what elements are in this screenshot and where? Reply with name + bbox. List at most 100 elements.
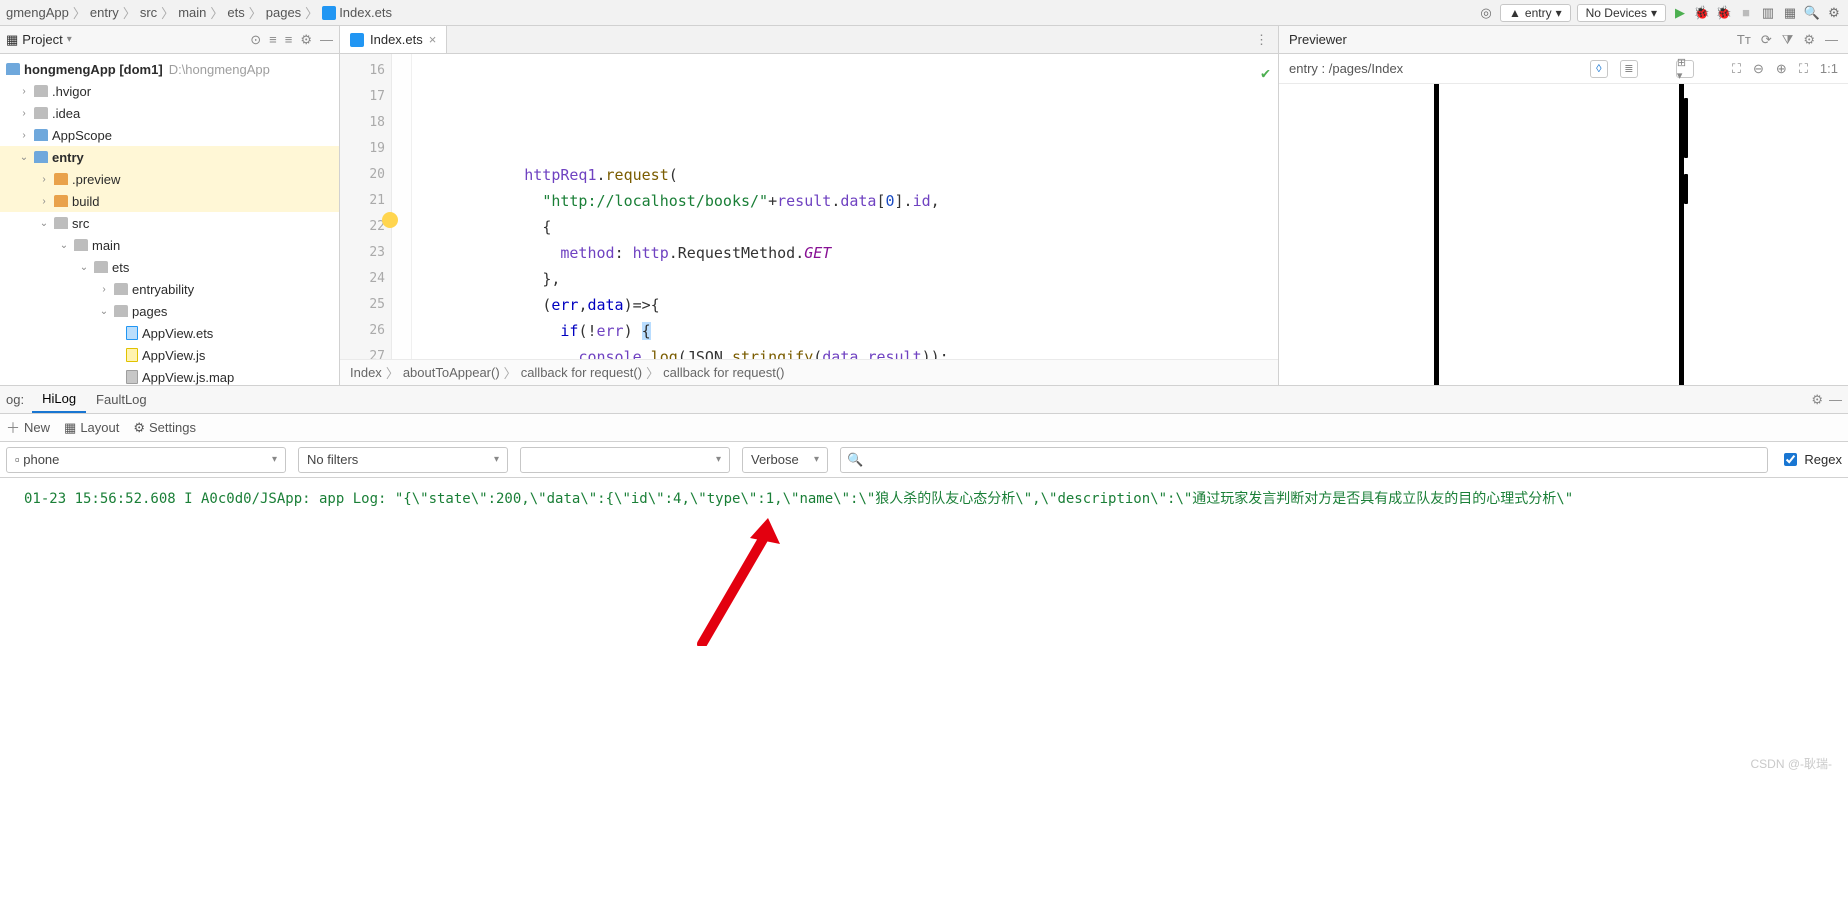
module-selector[interactable]: ▲ entry ▾ <box>1500 4 1571 22</box>
tag-dropdown[interactable]: ▾ <box>520 447 730 473</box>
tree-file-appview-ets[interactable]: AppView.ets <box>0 322 339 344</box>
tree-src[interactable]: ⌄src <box>0 212 339 234</box>
tree-preview[interactable]: ›.preview <box>0 168 339 190</box>
minimize-icon[interactable]: — <box>320 32 333 48</box>
tree-hvigor[interactable]: ›.hvigor <box>0 80 339 102</box>
tab-index-ets[interactable]: Index.ets × <box>340 26 447 53</box>
regex-checkbox[interactable]: Regex <box>1780 450 1842 469</box>
tree-entry[interactable]: ⌄entry <box>0 146 339 168</box>
locate-icon[interactable]: ⊙ <box>250 32 261 48</box>
gear-icon[interactable]: ⚙ <box>1803 32 1815 48</box>
watermark: CSDN @-耿瑞- <box>1750 755 1832 772</box>
minimize-icon[interactable]: — <box>1825 32 1838 48</box>
close-icon[interactable]: × <box>429 32 437 47</box>
top-bar: gmengApp〉 entry〉 src〉 main〉 ets〉 pages〉 … <box>0 0 1848 26</box>
editor-crumb-item[interactable]: aboutToAppear() <box>403 365 500 380</box>
collapse-icon[interactable]: ≡ <box>285 32 293 48</box>
tab-faultlog[interactable]: FaultLog <box>86 386 157 413</box>
gear-icon[interactable]: ⚙ <box>1826 5 1842 21</box>
log-search-input[interactable] <box>863 451 1761 468</box>
fit-icon[interactable]: ⛶ <box>1732 61 1741 77</box>
gear-icon[interactable]: ⚙ <box>1811 392 1823 408</box>
code-area[interactable]: 161718192021222324252627 ✔ httpReq1.requ… <box>340 54 1278 359</box>
crumb-main[interactable]: main <box>178 5 206 20</box>
editor-crumb-item[interactable]: callback for request() <box>663 365 784 380</box>
fold-column[interactable] <box>392 54 412 359</box>
expand-icon[interactable]: ⛶ <box>1799 61 1808 77</box>
folder-icon <box>74 239 88 251</box>
tree-ets[interactable]: ⌄ets <box>0 256 339 278</box>
regex-checkbox-input[interactable] <box>1784 453 1797 466</box>
tool-icon-1[interactable]: ▥ <box>1760 5 1776 21</box>
folder-icon <box>54 217 68 229</box>
editor-breadcrumb: Index〉 aboutToAppear()〉 callback for req… <box>340 359 1278 385</box>
project-icon: ▦ <box>6 32 18 48</box>
search-icon: 🔍 <box>847 452 863 468</box>
stop-icon[interactable]: ■ <box>1738 5 1754 21</box>
tree-main[interactable]: ⌄main <box>0 234 339 256</box>
project-tree[interactable]: hongmengApp [dom1]D:\hongmengApp ›.hvigo… <box>0 54 339 385</box>
zoom-in-icon[interactable]: ⊕ <box>1776 61 1787 77</box>
filter-dropdown[interactable]: No filters▾ <box>298 447 508 473</box>
previewer-pane: Previewer Tᴛ ⟳ ⧩ ⚙ — entry : /pages/Inde… <box>1278 26 1848 385</box>
tool-icon-2[interactable]: ▦ <box>1782 5 1798 21</box>
crumb-src[interactable]: src <box>140 5 157 20</box>
folder-icon <box>54 173 68 185</box>
tab-hilog[interactable]: HiLog <box>32 386 86 413</box>
minimize-icon[interactable]: — <box>1829 392 1842 408</box>
inspect-icon[interactable]: ◊ <box>1590 60 1608 78</box>
target-icon[interactable]: ◎ <box>1478 5 1494 21</box>
module-folder-icon <box>34 151 48 163</box>
log-search-box[interactable]: 🔍 <box>840 447 1768 473</box>
code-text[interactable]: ✔ httpReq1.request( "http://localhost/bo… <box>412 54 1278 359</box>
grid-icon[interactable]: ⊞ ▾ <box>1676 60 1694 78</box>
sidebar-title[interactable]: ▦ Project ▾ <box>6 32 72 48</box>
crumb-file[interactable]: Index.ets <box>322 5 392 20</box>
ets-file-icon <box>126 326 138 340</box>
editor-crumb-item[interactable]: callback for request() <box>521 365 642 380</box>
layers-icon[interactable]: ≣ <box>1620 60 1638 78</box>
phone-power-button <box>1684 174 1688 204</box>
tree-idea[interactable]: ›.idea <box>0 102 339 124</box>
tree-file-appview-js[interactable]: AppView.js <box>0 344 339 366</box>
tree-pages[interactable]: ⌄pages <box>0 300 339 322</box>
log-settings-button[interactable]: ⚙Settings <box>133 420 196 436</box>
log-new-button[interactable]: ＋New <box>6 418 50 438</box>
log-layout-button[interactable]: ▦Layout <box>64 420 119 436</box>
tree-root[interactable]: hongmengApp [dom1]D:\hongmengApp <box>0 58 339 80</box>
attach-debug-icon[interactable]: 🐞 <box>1716 5 1732 21</box>
crumb-ets[interactable]: ets <box>227 5 244 20</box>
tab-overflow-icon[interactable]: ⋮ <box>1245 32 1278 48</box>
text-mode-icon[interactable]: Tᴛ <box>1737 32 1751 48</box>
editor-crumb-item[interactable]: Index <box>350 365 382 380</box>
debug-icon[interactable]: 🐞 <box>1694 5 1710 21</box>
device-selector[interactable]: No Devices ▾ <box>1577 4 1666 22</box>
search-icon[interactable]: 🔍 <box>1804 5 1820 21</box>
folder-icon <box>114 305 128 317</box>
tree-build[interactable]: ›build <box>0 190 339 212</box>
log-body[interactable]: 01-23 15:56:52.608 I A0c0d0/JSApp: app L… <box>0 478 1848 778</box>
zoom-out-icon[interactable]: ⊖ <box>1753 61 1764 77</box>
refresh-icon[interactable]: ⟳ <box>1761 32 1772 48</box>
bulb-icon[interactable] <box>382 212 398 228</box>
crumb-pages[interactable]: pages <box>266 5 301 20</box>
tree-file-appview-js-map[interactable]: AppView.js.map <box>0 366 339 385</box>
expand-icon[interactable]: ≡ <box>269 32 277 48</box>
previewer-title: Previewer <box>1289 32 1347 47</box>
tree-appscope[interactable]: ›AppScope <box>0 124 339 146</box>
preview-stage[interactable] <box>1279 84 1848 385</box>
crumb-project[interactable]: gmengApp <box>6 5 69 20</box>
chevron-right-icon: 〉 <box>305 3 318 22</box>
log-toolbar: ＋New ▦Layout ⚙Settings <box>0 414 1848 442</box>
tree-entryability[interactable]: ›entryability <box>0 278 339 300</box>
filter-icon[interactable]: ⧩ <box>1782 32 1794 48</box>
crumb-entry[interactable]: entry <box>90 5 119 20</box>
level-dropdown[interactable]: Verbose▾ <box>742 447 828 473</box>
run-icon[interactable]: ▶ <box>1672 5 1688 21</box>
log-line: 01-23 15:56:52.608 I A0c0d0/JSApp: app L… <box>0 478 1848 508</box>
project-folder-icon <box>6 63 20 75</box>
gear-icon: ⚙ <box>133 420 145 436</box>
annotation-arrow-icon <box>690 516 780 646</box>
device-dropdown[interactable]: ▫ phone▾ <box>6 447 286 473</box>
gear-icon[interactable]: ⚙ <box>300 32 312 48</box>
